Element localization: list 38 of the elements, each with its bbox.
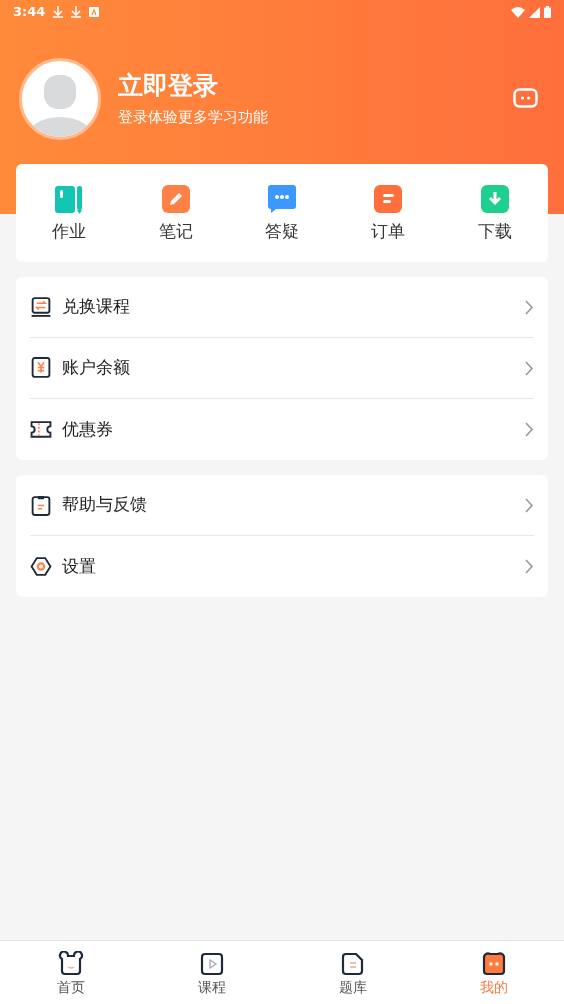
menu-item[interactable]: 优惠券 — [62, 416, 525, 443]
download-icon — [71, 6, 82, 18]
message-icon[interactable] — [513, 88, 538, 110]
exchange-icon — [30, 296, 52, 318]
order-icon[interactable] — [373, 183, 404, 214]
notebook-icon[interactable] — [54, 183, 85, 214]
quick-action-label[interactable]: 笔记 — [158, 218, 193, 243]
battery-icon — [544, 6, 551, 18]
yen-icon — [30, 357, 52, 379]
nav-tab[interactable]: 题库 — [282, 941, 423, 1004]
quick-action-label[interactable]: 下载 — [477, 218, 512, 243]
menu-item[interactable]: 帮助与反馈 — [62, 492, 525, 518]
chevron-right-icon[interactable] — [525, 559, 534, 574]
wifi-icon — [511, 6, 525, 18]
download-icon — [53, 6, 64, 18]
quick-action-label[interactable]: 答疑 — [265, 218, 299, 243]
nav-tab[interactable]: 课程 — [141, 941, 282, 1004]
chevron-right-icon[interactable] — [525, 299, 534, 315]
status-time: 3:44 — [13, 3, 46, 22]
menu-item[interactable]: 账户余额 — [62, 355, 525, 381]
download-icon[interactable] — [479, 183, 510, 214]
chat-bubble-icon[interactable] — [267, 183, 297, 214]
signal-icon — [529, 6, 540, 18]
pencil-icon[interactable] — [160, 183, 191, 214]
settings-icon — [30, 555, 52, 578]
nav-tab[interactable]: 首页 — [0, 941, 141, 1004]
menu-item[interactable]: 设置 — [62, 553, 525, 580]
app-notification-icon — [89, 7, 100, 17]
chevron-right-icon[interactable] — [525, 360, 534, 376]
clipboard-icon — [30, 494, 52, 516]
quick-action-label[interactable]: 作业 — [52, 218, 87, 243]
login-subtitle: 登录体验更多学习功能 — [118, 107, 269, 128]
bear-face-icon — [56, 951, 85, 977]
chevron-right-icon[interactable] — [525, 422, 534, 437]
chevron-right-icon[interactable] — [525, 497, 534, 513]
ticket-icon — [30, 418, 52, 441]
menu-item[interactable]: 兑换课程 — [62, 294, 525, 320]
quick-action-label[interactable]: 订单 — [371, 218, 406, 243]
